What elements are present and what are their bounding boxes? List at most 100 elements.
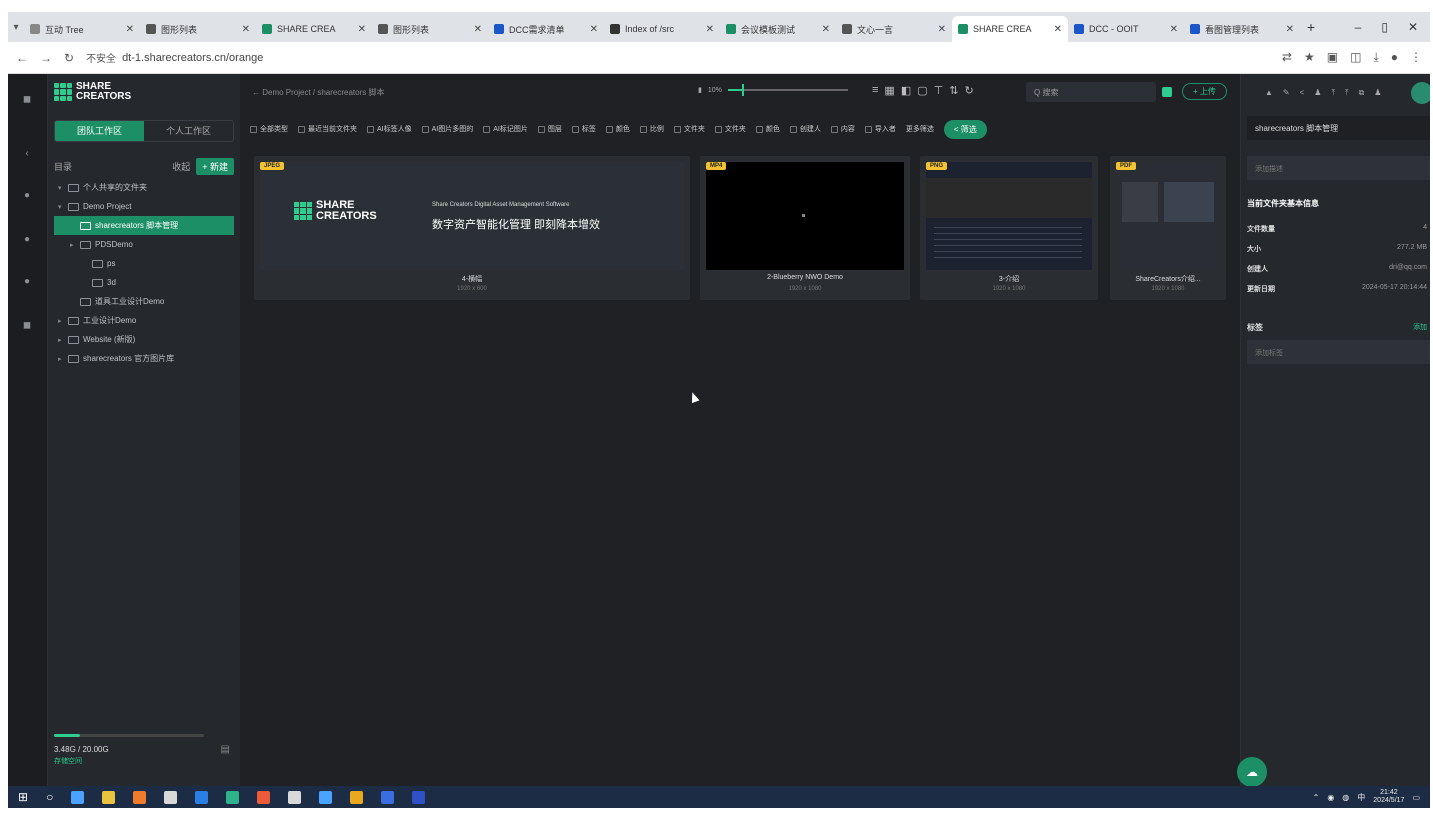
security-warning[interactable]: 不安全 bbox=[86, 50, 116, 65]
checkbox-icon[interactable] bbox=[250, 125, 257, 133]
list-view-icon[interactable]: ≡ bbox=[872, 84, 878, 97]
extension-icon[interactable]: ▣ bbox=[1327, 50, 1338, 65]
refresh-icon[interactable]: ↻ bbox=[964, 84, 973, 97]
maximize-icon[interactable]: ▯ bbox=[1381, 20, 1388, 34]
avatar[interactable] bbox=[1411, 82, 1430, 104]
expand-arrow-icon[interactable]: ▾ bbox=[58, 184, 68, 192]
browser-tab[interactable]: 互动 Tree ✕ bbox=[24, 16, 140, 42]
taskbar-app-icon[interactable] bbox=[257, 790, 271, 804]
zoom-slider[interactable] bbox=[727, 84, 848, 96]
search-input[interactable]: Q 搜索 bbox=[1026, 82, 1156, 102]
browser-tab[interactable]: 文心一言 ✕ bbox=[836, 16, 952, 42]
checkbox-icon[interactable] bbox=[830, 125, 838, 133]
checkbox-icon[interactable] bbox=[755, 125, 763, 133]
checkbox-icon[interactable] bbox=[537, 125, 545, 133]
folder-tree-item[interactable]: ps bbox=[54, 254, 234, 273]
taskbar-app-icon[interactable] bbox=[102, 790, 116, 804]
filter-checkbox[interactable]: AI图片多图的 bbox=[421, 124, 473, 134]
menu-icon[interactable]: ⋮ bbox=[1410, 50, 1422, 65]
browser-tab[interactable]: DCC需求清单 ✕ bbox=[488, 16, 604, 42]
taskbar-app-icon[interactable] bbox=[164, 790, 178, 804]
filter-checkbox[interactable]: 内容 bbox=[830, 124, 855, 134]
description-input[interactable]: 添加描述 bbox=[1247, 156, 1430, 180]
network-icon[interactable]: ◉ bbox=[1327, 793, 1334, 802]
reload-icon[interactable]: ↻ bbox=[64, 51, 74, 65]
upload-icon[interactable]: ⤒ bbox=[1331, 88, 1335, 98]
tray-chevron-icon[interactable]: ⌃ bbox=[1313, 793, 1320, 802]
filter-button[interactable]: < 筛选 bbox=[943, 119, 987, 139]
asset-card[interactable]: PDF ShareCreators介绍... 1920 x 1080 bbox=[1110, 156, 1226, 300]
new-folder-button[interactable]: + 新建 bbox=[196, 158, 234, 175]
filter-checkbox[interactable]: 颜色 bbox=[755, 124, 780, 134]
tab-close-icon[interactable]: ✕ bbox=[358, 24, 366, 35]
filter-checkbox[interactable]: 颜色 bbox=[605, 124, 630, 134]
folder-icon[interactable]: ● bbox=[21, 190, 33, 202]
browser-tab[interactable]: 看图管理列表 ✕ bbox=[1184, 16, 1300, 42]
tab-close-icon[interactable]: ✕ bbox=[590, 24, 598, 35]
taskbar-app-icon[interactable] bbox=[226, 790, 240, 804]
filter-checkbox[interactable]: 导入者 bbox=[864, 124, 896, 134]
asset-thumbnail[interactable] bbox=[706, 162, 904, 270]
storage-trash-icon[interactable]: ▤ bbox=[221, 744, 230, 755]
browser-tab[interactable]: Index of /src ✕ bbox=[604, 16, 720, 42]
browser-tab[interactable]: 图形列表 ✕ bbox=[140, 16, 256, 42]
folder-tree-item[interactable]: 3d bbox=[54, 273, 234, 292]
taskbar-app-icon[interactable] bbox=[412, 790, 426, 804]
asset-card[interactable]: PNG 3-介绍 1920 x 1080 bbox=[920, 156, 1098, 300]
tab-close-icon[interactable]: ✕ bbox=[474, 24, 482, 35]
taskbar-app-icon[interactable] bbox=[133, 790, 147, 804]
clock[interactable]: 21:42 2024/5/17 bbox=[1373, 789, 1404, 805]
grid-view-icon[interactable]: ▦ bbox=[884, 84, 894, 97]
notification-icon[interactable]: ▭ bbox=[1412, 793, 1420, 802]
asset-thumbnail[interactable]: SHARE CREATORS Share Creators Digital Asse… bbox=[260, 162, 684, 270]
forward-icon[interactable]: → bbox=[40, 51, 52, 65]
copy-icon[interactable]: ⧉ bbox=[1359, 88, 1365, 98]
layout-icon[interactable]: ◧ bbox=[901, 84, 911, 97]
filter-checkbox[interactable]: 标签 bbox=[571, 124, 596, 134]
checkbox-icon[interactable] bbox=[864, 125, 872, 133]
checkbox-icon[interactable] bbox=[789, 125, 797, 133]
expand-arrow-icon[interactable]: ▸ bbox=[58, 336, 68, 344]
filter-checkbox[interactable]: 文件夹 bbox=[714, 124, 746, 134]
windows-start-icon[interactable]: ⊞ bbox=[18, 790, 28, 804]
checkbox-icon[interactable] bbox=[571, 125, 579, 133]
browser-tab[interactable]: SHARE CREA ✕ bbox=[952, 16, 1068, 42]
close-window-icon[interactable]: ✕ bbox=[1408, 20, 1418, 34]
filter-checkbox[interactable]: 全部类型 bbox=[250, 124, 288, 134]
folder-tree-item[interactable]: ▸ 工业设计Demo bbox=[54, 311, 234, 330]
browser-tab[interactable]: SHARE CREA ✕ bbox=[256, 16, 372, 42]
checkbox-icon[interactable] bbox=[483, 125, 491, 133]
filter-checkbox[interactable]: 创建人 bbox=[789, 124, 821, 134]
folder-tree-item[interactable]: 道具工业设计Demo bbox=[54, 292, 234, 311]
taskbar-app-icon[interactable] bbox=[350, 790, 364, 804]
tab-personal-workspace[interactable]: 个人工作区 bbox=[144, 121, 233, 141]
new-tab-button[interactable]: + bbox=[1300, 19, 1322, 35]
filter-checkbox[interactable]: AI标签人像 bbox=[367, 124, 412, 134]
filter-checkbox[interactable]: 最近当前文件夹 bbox=[298, 124, 357, 134]
help-button[interactable]: ☁ bbox=[1237, 757, 1267, 787]
browser-tab[interactable]: 会议模板测试 ✕ bbox=[720, 16, 836, 42]
tab-close-icon[interactable]: ✕ bbox=[1054, 24, 1062, 35]
folder-tree-item[interactable]: sharecreators 脚本管理 bbox=[54, 216, 234, 235]
taskbar-app-icon[interactable] bbox=[381, 790, 395, 804]
filter-icon[interactable]: ⊤ bbox=[934, 84, 944, 97]
collapse-button[interactable]: 收起 bbox=[172, 160, 190, 173]
sort-icon[interactable]: ⇅ bbox=[949, 84, 958, 97]
expand-arrow-icon[interactable]: ▸ bbox=[58, 317, 68, 325]
download-icon[interactable]: ▲ bbox=[1265, 88, 1273, 98]
expand-arrow-icon[interactable]: ▾ bbox=[58, 203, 68, 211]
settings-icon[interactable]: ● bbox=[21, 234, 33, 246]
checkbox-icon[interactable] bbox=[605, 125, 613, 133]
taskbar-app-icon[interactable] bbox=[288, 790, 302, 804]
asset-card[interactable]: SHARE CREATORS Share Creators Digital Asse… bbox=[254, 156, 690, 300]
bookmark-star-icon[interactable]: ★ bbox=[1304, 50, 1315, 65]
checkbox-icon[interactable] bbox=[421, 125, 429, 133]
checkbox-icon[interactable] bbox=[367, 125, 374, 133]
upload-button[interactable]: + 上传 bbox=[1182, 83, 1227, 100]
trash-icon[interactable]: ◼ bbox=[21, 320, 33, 332]
edit-icon[interactable]: ✎ bbox=[1283, 88, 1290, 98]
folder-tree-item[interactable]: ▾ 个人共享的文件夹 bbox=[54, 178, 234, 197]
folder-tree-item[interactable]: ▾ Demo Project bbox=[54, 197, 234, 216]
move-icon[interactable]: ⤒ bbox=[1345, 88, 1349, 98]
checkbox-icon[interactable] bbox=[673, 125, 681, 133]
